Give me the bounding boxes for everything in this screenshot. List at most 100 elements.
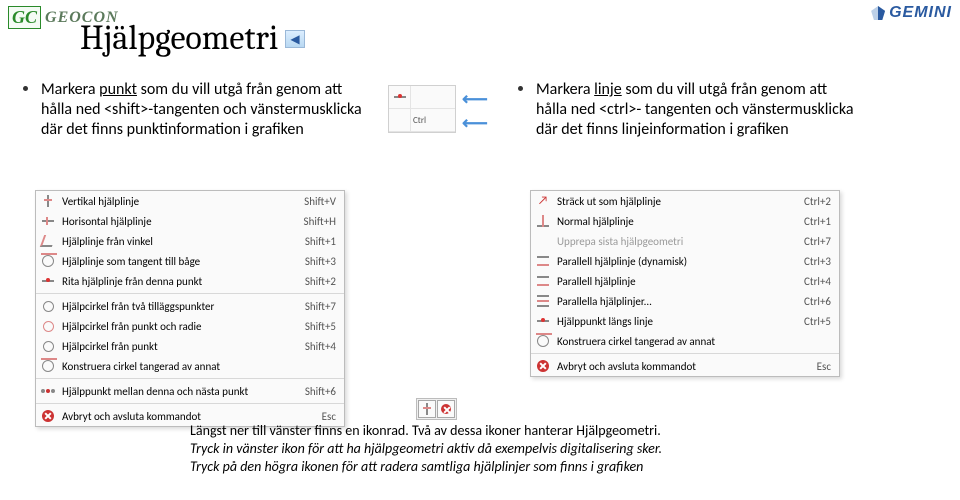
menu-item[interactable]: ↗Sträck ut som hjälplinjeCtrl+2 [531, 191, 839, 211]
menu-item-icon [38, 298, 58, 314]
close-icon [441, 404, 451, 414]
menu-item[interactable]: Parallella hjälplinjer...Ctrl+6 [531, 291, 839, 311]
menu-item[interactable]: Hjälpcirkel från två tilläggspunkterShif… [36, 296, 344, 316]
menu-item-icon [533, 313, 553, 329]
brand-gemini: GEMINI [871, 4, 952, 22]
midpoint-icon [46, 389, 50, 393]
tangent-icon [42, 360, 54, 372]
bullet-keyword: linje [594, 80, 622, 99]
menu-item[interactable]: Normal hjälplinjeCtrl+1 [531, 211, 839, 231]
menu-item-shortcut: Ctrl+4 [777, 275, 831, 288]
menu-item-icon [533, 253, 553, 269]
menu-item-shortcut: Esc [282, 410, 336, 423]
menu-item-icon [38, 318, 58, 334]
menu-item[interactable]: Vertikal hjälplinjeShift+V [36, 191, 344, 211]
menu-item[interactable]: Konstruera cirkel tangerad av annat [36, 356, 344, 376]
menu-item-icon [533, 213, 553, 229]
bullet-icon [518, 86, 523, 91]
menu-item-label: Avbryt och avsluta kommandot [62, 410, 282, 423]
footer-line: Tryck på den högra ikonen för att radera… [190, 458, 662, 476]
menu-item-label: Konstruera cirkel tangerad av annat [62, 360, 282, 373]
menu-item-label: Upprepa sista hjälpgeometri [557, 235, 777, 248]
close-icon [42, 410, 54, 422]
ctrl-label: Ctrl [411, 109, 455, 131]
menu-item-label: Hjälplinje som tangent till båge [62, 255, 282, 268]
menu-item-icon [533, 358, 553, 374]
gemini-icon [871, 6, 885, 20]
menu-item[interactable]: Avbryt och avsluta kommandotEsc [531, 356, 839, 376]
parallel-icon [537, 256, 549, 266]
menu-item-shortcut: Ctrl+7 [777, 235, 831, 248]
menu-item-icon [533, 273, 553, 289]
menu-item-icon [38, 273, 58, 289]
menu-item[interactable]: Hjälpcirkel från punktShift+4 [36, 336, 344, 356]
menu-item-icon [533, 293, 553, 309]
menu-item-label: Avbryt och avsluta kommandot [557, 360, 777, 373]
menu-separator [36, 293, 344, 294]
menu-item[interactable]: Parallell hjälplinjeCtrl+4 [531, 271, 839, 291]
right-bullet: Markera linje som du vill utgå från geno… [530, 80, 860, 140]
left-bullet: Markera punkt som du vill utgå från geno… [35, 80, 365, 140]
menu-separator [36, 378, 344, 379]
menu-item-shortcut: Ctrl+6 [777, 295, 831, 308]
menu-item-label: Parallella hjälplinjer... [557, 295, 777, 308]
menu-item-shortcut: Shift+6 [282, 385, 336, 398]
menu-item[interactable]: Parallell hjälplinje (dynamisk)Ctrl+3 [531, 251, 839, 271]
menu-item-shortcut: Shift+4 [282, 340, 336, 353]
tangent-icon [42, 255, 54, 267]
menu-item-label: Parallell hjälplinje [557, 275, 777, 288]
menu-item[interactable]: Rita hjälplinje från denna punktShift+2 [36, 271, 344, 291]
toolbar-snippet [416, 398, 457, 420]
menu-item-shortcut: Shift+2 [282, 275, 336, 288]
brand-gemini-text: GEMINI [889, 4, 952, 22]
extend-icon: ↗ [538, 195, 549, 207]
back-button[interactable]: ◀ [285, 30, 305, 48]
point-icon [537, 320, 549, 322]
bullet-text: Markera [41, 80, 99, 99]
menu-item[interactable]: Horisontal hjälplinjeShift+H [36, 211, 344, 231]
close-icon [537, 360, 549, 372]
menu-item-label: Vertikal hjälplinje [62, 195, 282, 208]
point-icon [394, 96, 406, 98]
menu-item-icon [38, 213, 58, 229]
menu-item-icon [533, 333, 553, 349]
menu-item-label: Hjälpcirkel från två tilläggspunkter [62, 300, 282, 313]
menu-item[interactable]: Konstruera cirkel tangerad av annat [531, 331, 839, 351]
parallel-lines-icon [537, 295, 549, 307]
circle-icon [43, 321, 54, 332]
menu-item-label: Hjälppunkt längs linje [557, 315, 777, 328]
arrow-left-icon: ⟵ [462, 112, 488, 134]
angle-icon [40, 235, 56, 247]
menu-item-label: Hjälpcirkel från punkt [62, 340, 282, 353]
brand-mark: GC [8, 6, 41, 29]
menu-item-icon [38, 383, 58, 399]
bullet-keyword: punkt [99, 80, 137, 99]
menu-item-label: Hjälppunkt mellan denna och nästa punkt [62, 385, 282, 398]
menu-item[interactable]: Hjälppunkt längs linjeCtrl+5 [531, 311, 839, 331]
hjalpgeometri-toggle-button[interactable] [418, 400, 436, 418]
menu-item[interactable]: Hjälpcirkel från punkt och radieShift+5 [36, 316, 344, 336]
menu-item-icon [38, 253, 58, 269]
menu-separator [36, 403, 344, 404]
shift-context-menu: Vertikal hjälplinjeShift+VHorisontal hjä… [35, 190, 345, 427]
menu-item-shortcut: Esc [777, 360, 831, 373]
footer-text: Längst ner till vänster finns en ikonrad… [190, 422, 662, 477]
arrow-left-icon: ⟵ [462, 88, 488, 110]
menu-separator [531, 353, 839, 354]
tangent-icon [537, 335, 549, 347]
vertical-line-icon [426, 403, 428, 415]
bullet-text: Markera [536, 80, 594, 99]
footer-line: Längst ner till vänster finns en ikonrad… [190, 422, 662, 440]
menu-item-icon: ↗ [533, 193, 553, 209]
menu-item-shortcut: Shift+5 [282, 320, 336, 333]
menu-item[interactable]: Hjälppunkt mellan denna och nästa punktS… [36, 381, 344, 401]
menu-item: Upprepa sista hjälpgeometriCtrl+7 [531, 231, 839, 251]
menu-item-icon [38, 193, 58, 209]
menu-item-shortcut: Shift+3 [282, 255, 336, 268]
menu-item[interactable]: Hjälplinje som tangent till bågeShift+3 [36, 251, 344, 271]
clear-hjalplinjer-button[interactable] [437, 400, 455, 418]
menu-item-label: Parallell hjälplinje (dynamisk) [557, 255, 777, 268]
menu-item-label: Horisontal hjälplinje [62, 215, 282, 228]
circle-icon [43, 301, 54, 312]
menu-item[interactable]: Hjälplinje från vinkelShift+1 [36, 231, 344, 251]
